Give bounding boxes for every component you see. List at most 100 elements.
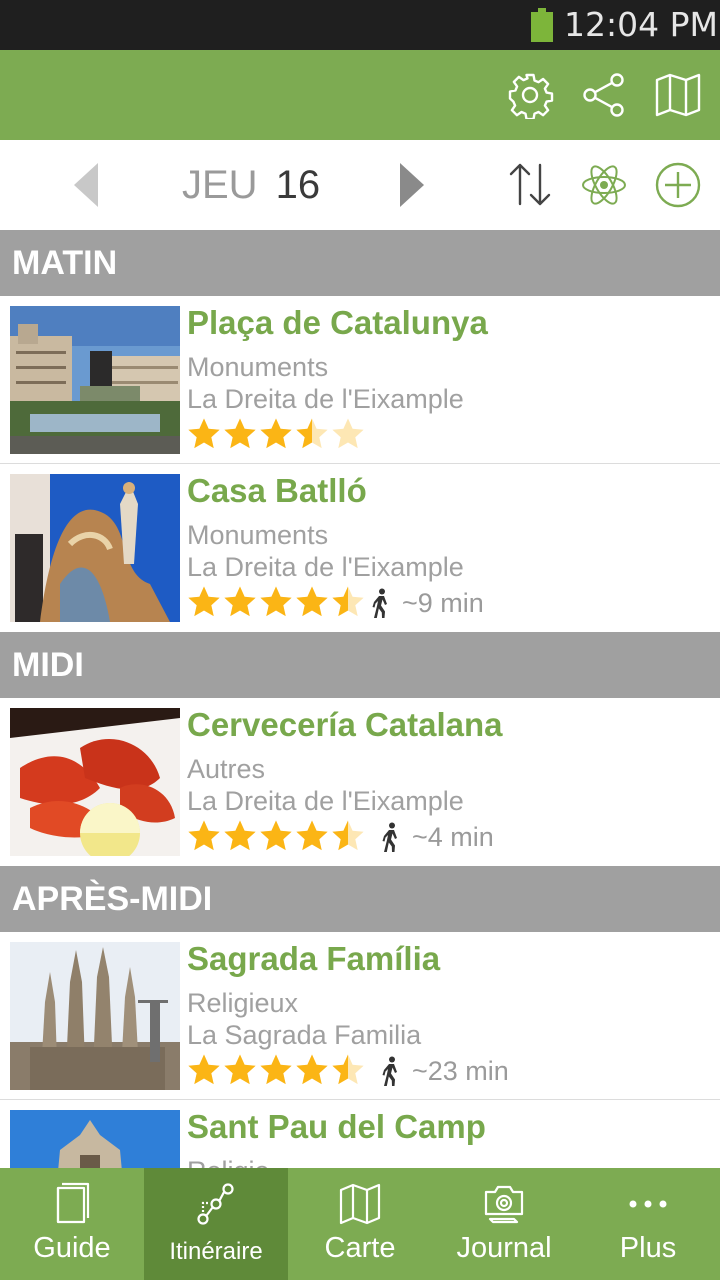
current-date: JEU 16 — [182, 160, 320, 210]
walking-time-label: ~9 min — [402, 587, 484, 618]
battery-icon — [531, 8, 553, 42]
list-item[interactable]: Plaça de Catalunya Monuments La Dreita d… — [0, 296, 720, 464]
tab-label: Guide — [33, 1232, 111, 1264]
tab-map[interactable]: Carte — [288, 1168, 432, 1280]
place-category: Monuments — [187, 520, 329, 550]
star-icon — [296, 586, 328, 617]
star-icon — [188, 820, 220, 851]
date-number: 16 — [275, 163, 321, 207]
place-thumbnail — [10, 1110, 180, 1168]
star-icon — [260, 418, 292, 449]
map-icon — [338, 1182, 382, 1226]
share-button[interactable] — [580, 71, 628, 119]
tab-label: Carte — [324, 1232, 396, 1264]
star-icon — [296, 1054, 328, 1085]
map-icon — [654, 71, 702, 119]
walking-time: ~4 min — [370, 820, 494, 854]
place-title: Casa Batlló — [187, 472, 367, 509]
section-header-noon: MIDI — [0, 632, 720, 698]
place-category: Religieux — [187, 988, 299, 1018]
place-category: Autres — [187, 754, 266, 784]
walking-time: ~23 min — [370, 1054, 509, 1088]
sort-icon — [505, 160, 555, 210]
bottom-navigation: Guide Itinéraire Carte Journal Plus — [0, 1168, 720, 1280]
star-icon — [332, 586, 364, 617]
rating-stars — [186, 416, 366, 452]
list-item[interactable]: Sant Pau del Camp Religie — [0, 1100, 720, 1168]
route-icon — [194, 1182, 238, 1226]
walking-time: ~9 min — [370, 586, 484, 620]
section-header-afternoon: APRÈS-MIDI — [0, 866, 720, 932]
star-icon — [332, 820, 364, 851]
tab-label: Itinéraire — [169, 1238, 263, 1265]
status-time: 12:04 PM — [564, 5, 718, 44]
add-place-button[interactable] — [653, 160, 703, 210]
place-thumbnail — [10, 474, 180, 622]
place-district: La Dreita de l'Eixample — [187, 552, 464, 582]
previous-day-button[interactable] — [62, 160, 112, 210]
list-item[interactable]: Sagrada Família Religieux La Sagrada Fam… — [0, 932, 720, 1100]
tab-guide[interactable]: Guide — [0, 1168, 144, 1280]
tab-label: Journal — [456, 1232, 552, 1264]
place-thumbnail — [10, 708, 180, 856]
star-icon — [224, 820, 256, 851]
tab-itinerary[interactable]: Itinéraire — [144, 1168, 288, 1280]
atom-icon — [579, 160, 629, 210]
gear-icon — [506, 71, 554, 119]
star-icon — [188, 418, 220, 449]
settings-button[interactable] — [506, 71, 554, 119]
list-item[interactable]: Cervecería Catalana Autres La Dreita de … — [0, 698, 720, 866]
walking-time-label: ~23 min — [412, 1055, 509, 1086]
date-navigator: JEU 16 — [0, 140, 720, 230]
place-category: Religie — [187, 1156, 270, 1168]
place-title: Sant Pau del Camp — [187, 1108, 486, 1145]
atom-button[interactable] — [579, 160, 629, 210]
star-icon — [332, 418, 364, 449]
rating-stars — [186, 818, 366, 854]
place-thumbnail — [10, 306, 180, 454]
pedestrian-icon — [380, 822, 402, 852]
place-district: La Sagrada Familia — [187, 1020, 422, 1050]
place-thumbnail — [10, 942, 180, 1090]
place-district: La Dreita de l'Eixample — [187, 786, 464, 816]
star-icon — [296, 820, 328, 851]
list-item[interactable]: Casa Batlló Monuments La Dreita de l'Eix… — [0, 464, 720, 632]
book-icon — [50, 1182, 94, 1226]
section-header-morning: MATIN — [0, 230, 720, 296]
rating-stars — [186, 1052, 366, 1088]
place-category: Monuments — [187, 352, 329, 382]
tab-journal[interactable]: Journal — [432, 1168, 576, 1280]
pedestrian-icon — [380, 1056, 402, 1086]
rating-stars — [186, 584, 366, 620]
place-title: Sagrada Família — [187, 940, 441, 977]
more-icon — [626, 1182, 670, 1226]
camera-icon — [482, 1182, 526, 1226]
star-icon — [260, 586, 292, 617]
star-icon — [260, 820, 292, 851]
star-icon — [332, 1054, 364, 1085]
sort-button[interactable] — [505, 160, 555, 210]
map-button[interactable] — [654, 71, 702, 119]
pedestrian-icon — [370, 588, 392, 618]
place-title: Plaça de Catalunya — [187, 304, 488, 341]
app-bar — [0, 50, 720, 140]
next-day-button[interactable] — [386, 160, 436, 210]
date-day: JEU — [182, 163, 258, 207]
star-icon — [188, 1054, 220, 1085]
add-circle-icon — [653, 160, 703, 210]
tab-label: Plus — [619, 1232, 677, 1264]
place-district: La Dreita de l'Eixample — [187, 384, 464, 414]
status-bar: 12:04 PM — [0, 0, 720, 50]
chevron-left-icon — [62, 160, 112, 210]
star-icon — [188, 586, 220, 617]
star-icon — [224, 418, 256, 449]
walking-time-label: ~4 min — [412, 821, 494, 852]
share-icon — [580, 71, 628, 119]
star-icon — [260, 1054, 292, 1085]
star-icon — [296, 418, 328, 449]
place-title: Cervecería Catalana — [187, 706, 503, 743]
tab-more[interactable]: Plus — [576, 1168, 720, 1280]
star-icon — [224, 1054, 256, 1085]
itinerary-list[interactable]: MATIN Plaça de Catalunya Monuments La Dr… — [0, 230, 720, 1168]
chevron-right-icon — [386, 160, 436, 210]
